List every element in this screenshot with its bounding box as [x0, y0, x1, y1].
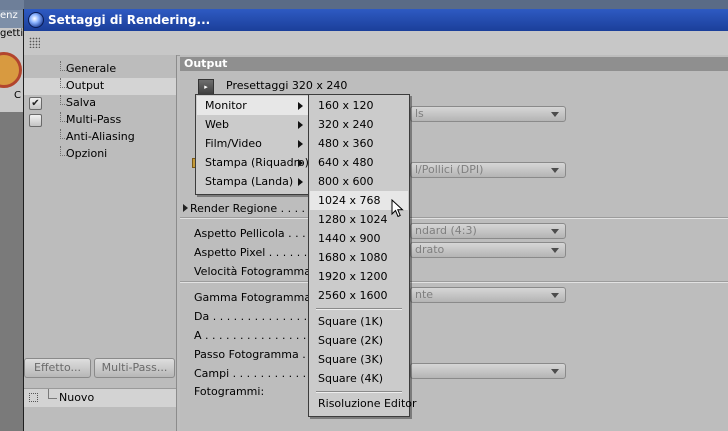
settings-sidebar: Generale Output ✔ Salva Multi-Pass Anti-…	[24, 55, 177, 431]
menu-separator	[316, 391, 402, 393]
submenu-arrow-icon	[298, 102, 303, 110]
background-toolbar	[0, 46, 24, 90]
sidebar-item-opzioni[interactable]: Opzioni	[24, 146, 176, 163]
dpi-unit-dropdown[interactable]: l/Pollici (DPI)	[410, 162, 566, 178]
background-row-fragment: C	[0, 90, 24, 112]
new-item-label: Nuovo	[59, 391, 95, 404]
submenu-arrow-icon	[298, 140, 303, 148]
dialog-title: Settaggi di Rendering...	[48, 13, 211, 27]
section-title: Output	[180, 57, 728, 71]
multipass-checkbox[interactable]	[29, 114, 42, 127]
grip-icon[interactable]	[29, 37, 40, 48]
fields-dropdown[interactable]	[410, 363, 566, 379]
dropdown-arrow-icon	[551, 248, 559, 253]
background-title-fragment: enz	[0, 10, 24, 28]
film-aspect-dropdown[interactable]: ndard (4:3)	[410, 223, 566, 239]
dropdown-arrow-icon	[551, 369, 559, 374]
pixel-aspect-dropdown[interactable]: drato	[410, 242, 566, 258]
menu-separator	[316, 308, 402, 310]
menu-item-stampa-landa[interactable]: Stampa (Landa)	[197, 172, 308, 191]
to-label: A . . . . . . . . . . . . . . . . .	[194, 329, 321, 342]
preset-category-menu: Monitor Web Film/Video Stampa (Riquadro)…	[195, 94, 310, 195]
menu-item-label: Stampa (Landa)	[205, 175, 294, 188]
background-panel	[0, 112, 24, 431]
sidebar-item-generale[interactable]: Generale	[24, 61, 176, 78]
expand-box-icon[interactable]	[29, 393, 38, 402]
sidebar-item-label: Generale	[66, 62, 117, 75]
divider	[180, 217, 728, 219]
menu-item-web[interactable]: Web	[197, 115, 308, 134]
top-dropdown-value: ls	[415, 107, 424, 120]
top-dropdown[interactable]: ls	[410, 106, 566, 122]
menu-item-label: Monitor	[205, 99, 247, 112]
sidebar-item-label: Salva	[66, 96, 97, 109]
sidebar-item-multipass[interactable]: Multi-Pass	[24, 112, 176, 129]
render-region-row[interactable]: Render Regione . . . . . .	[183, 202, 319, 215]
menu-item-resolution[interactable]: 2560 x 1600	[310, 286, 408, 305]
background-menu-fragment[interactable]: getti	[0, 28, 24, 46]
film-aspect-value: ndard (4:3)	[415, 224, 477, 237]
preset-label: Presettaggi 320 x 240	[226, 79, 348, 92]
dpi-unit-value: l/Pollici (DPI)	[415, 163, 484, 176]
submenu-arrow-icon	[298, 159, 303, 167]
tree-connector	[48, 389, 57, 399]
background-app: enz getti C	[0, 0, 24, 431]
divider	[180, 281, 728, 283]
menu-item-editor-resolution[interactable]: Risoluzione Editor	[310, 394, 417, 413]
pixel-aspect-value: drato	[415, 243, 445, 256]
submenu-arrow-icon	[298, 121, 303, 129]
frame-range-value: nte	[415, 288, 434, 301]
menu-item-monitor[interactable]: Monitor	[197, 96, 308, 115]
frame-range-dropdown[interactable]: nte	[410, 287, 566, 303]
sidebar-item-salva[interactable]: ✔ Salva	[24, 95, 176, 112]
menu-item-square[interactable]: Square (4K)	[310, 369, 408, 388]
expand-arrow-icon	[183, 204, 188, 212]
menu-item-resolution[interactable]: 480 x 360	[310, 134, 408, 153]
menu-item-resolution[interactable]: 640 x 480	[310, 153, 408, 172]
cinema4d-logo-icon	[28, 12, 44, 28]
dialog-titlebar[interactable]: Settaggi di Rendering...	[24, 9, 728, 31]
new-item-row[interactable]: Nuovo	[24, 388, 176, 407]
frames-label: Fotogrammi:	[194, 385, 265, 398]
menu-item-resolution[interactable]: 1680 x 1080	[310, 248, 408, 267]
preset-menu-button[interactable]: ▸	[198, 79, 214, 95]
dropdown-arrow-icon	[551, 168, 559, 173]
sidebar-item-label: Output	[66, 79, 105, 92]
sidebar-item-label: Anti-Aliasing	[66, 130, 135, 143]
menu-item-square[interactable]: Square (3K)	[310, 350, 408, 369]
salva-checkbox[interactable]: ✔	[29, 97, 42, 110]
menu-item-label: Web	[205, 118, 229, 131]
render-tool-icon[interactable]	[0, 52, 22, 88]
sidebar-item-label: Opzioni	[66, 147, 108, 160]
menu-item-label: Film/Video	[205, 137, 262, 150]
menu-item-resolution[interactable]: 160 x 120	[310, 96, 408, 115]
menu-item-square[interactable]: Square (2K)	[310, 331, 408, 350]
sidebar-item-label: Multi-Pass	[66, 113, 122, 126]
menu-item-stampa-riquadro[interactable]: Stampa (Riquadro)	[197, 153, 309, 172]
mouse-cursor-icon	[391, 199, 404, 218]
sidebar-item-anti-aliasing[interactable]: Anti-Aliasing	[24, 129, 176, 146]
menu-item-film-video[interactable]: Film/Video	[197, 134, 308, 153]
dropdown-arrow-icon	[551, 293, 559, 298]
dropdown-arrow-icon	[551, 112, 559, 117]
menu-item-resolution[interactable]: 1440 x 900	[310, 229, 408, 248]
sidebar-item-output[interactable]: Output	[24, 78, 176, 95]
menu-item-resolution[interactable]: 1920 x 1200	[310, 267, 408, 286]
render-region-label: Render Regione . . . . . .	[190, 202, 320, 215]
multipass-button[interactable]: Multi-Pass...	[94, 358, 175, 378]
resolution-submenu: 160 x 120 320 x 240 480 x 360 640 x 480 …	[308, 94, 417, 417]
menu-item-label: Stampa (Riquadro)	[205, 156, 309, 169]
effect-button[interactable]: Effetto...	[24, 358, 91, 378]
menu-item-resolution[interactable]: 800 x 600	[310, 172, 408, 191]
menu-item-resolution[interactable]: 320 x 240	[310, 115, 408, 134]
dialog-toolbar	[24, 31, 728, 56]
dropdown-arrow-icon	[551, 229, 559, 234]
menu-item-square[interactable]: Square (1K)	[310, 312, 408, 331]
submenu-arrow-icon	[298, 178, 303, 186]
from-label: Da . . . . . . . . . . . . . . . .	[194, 310, 322, 323]
